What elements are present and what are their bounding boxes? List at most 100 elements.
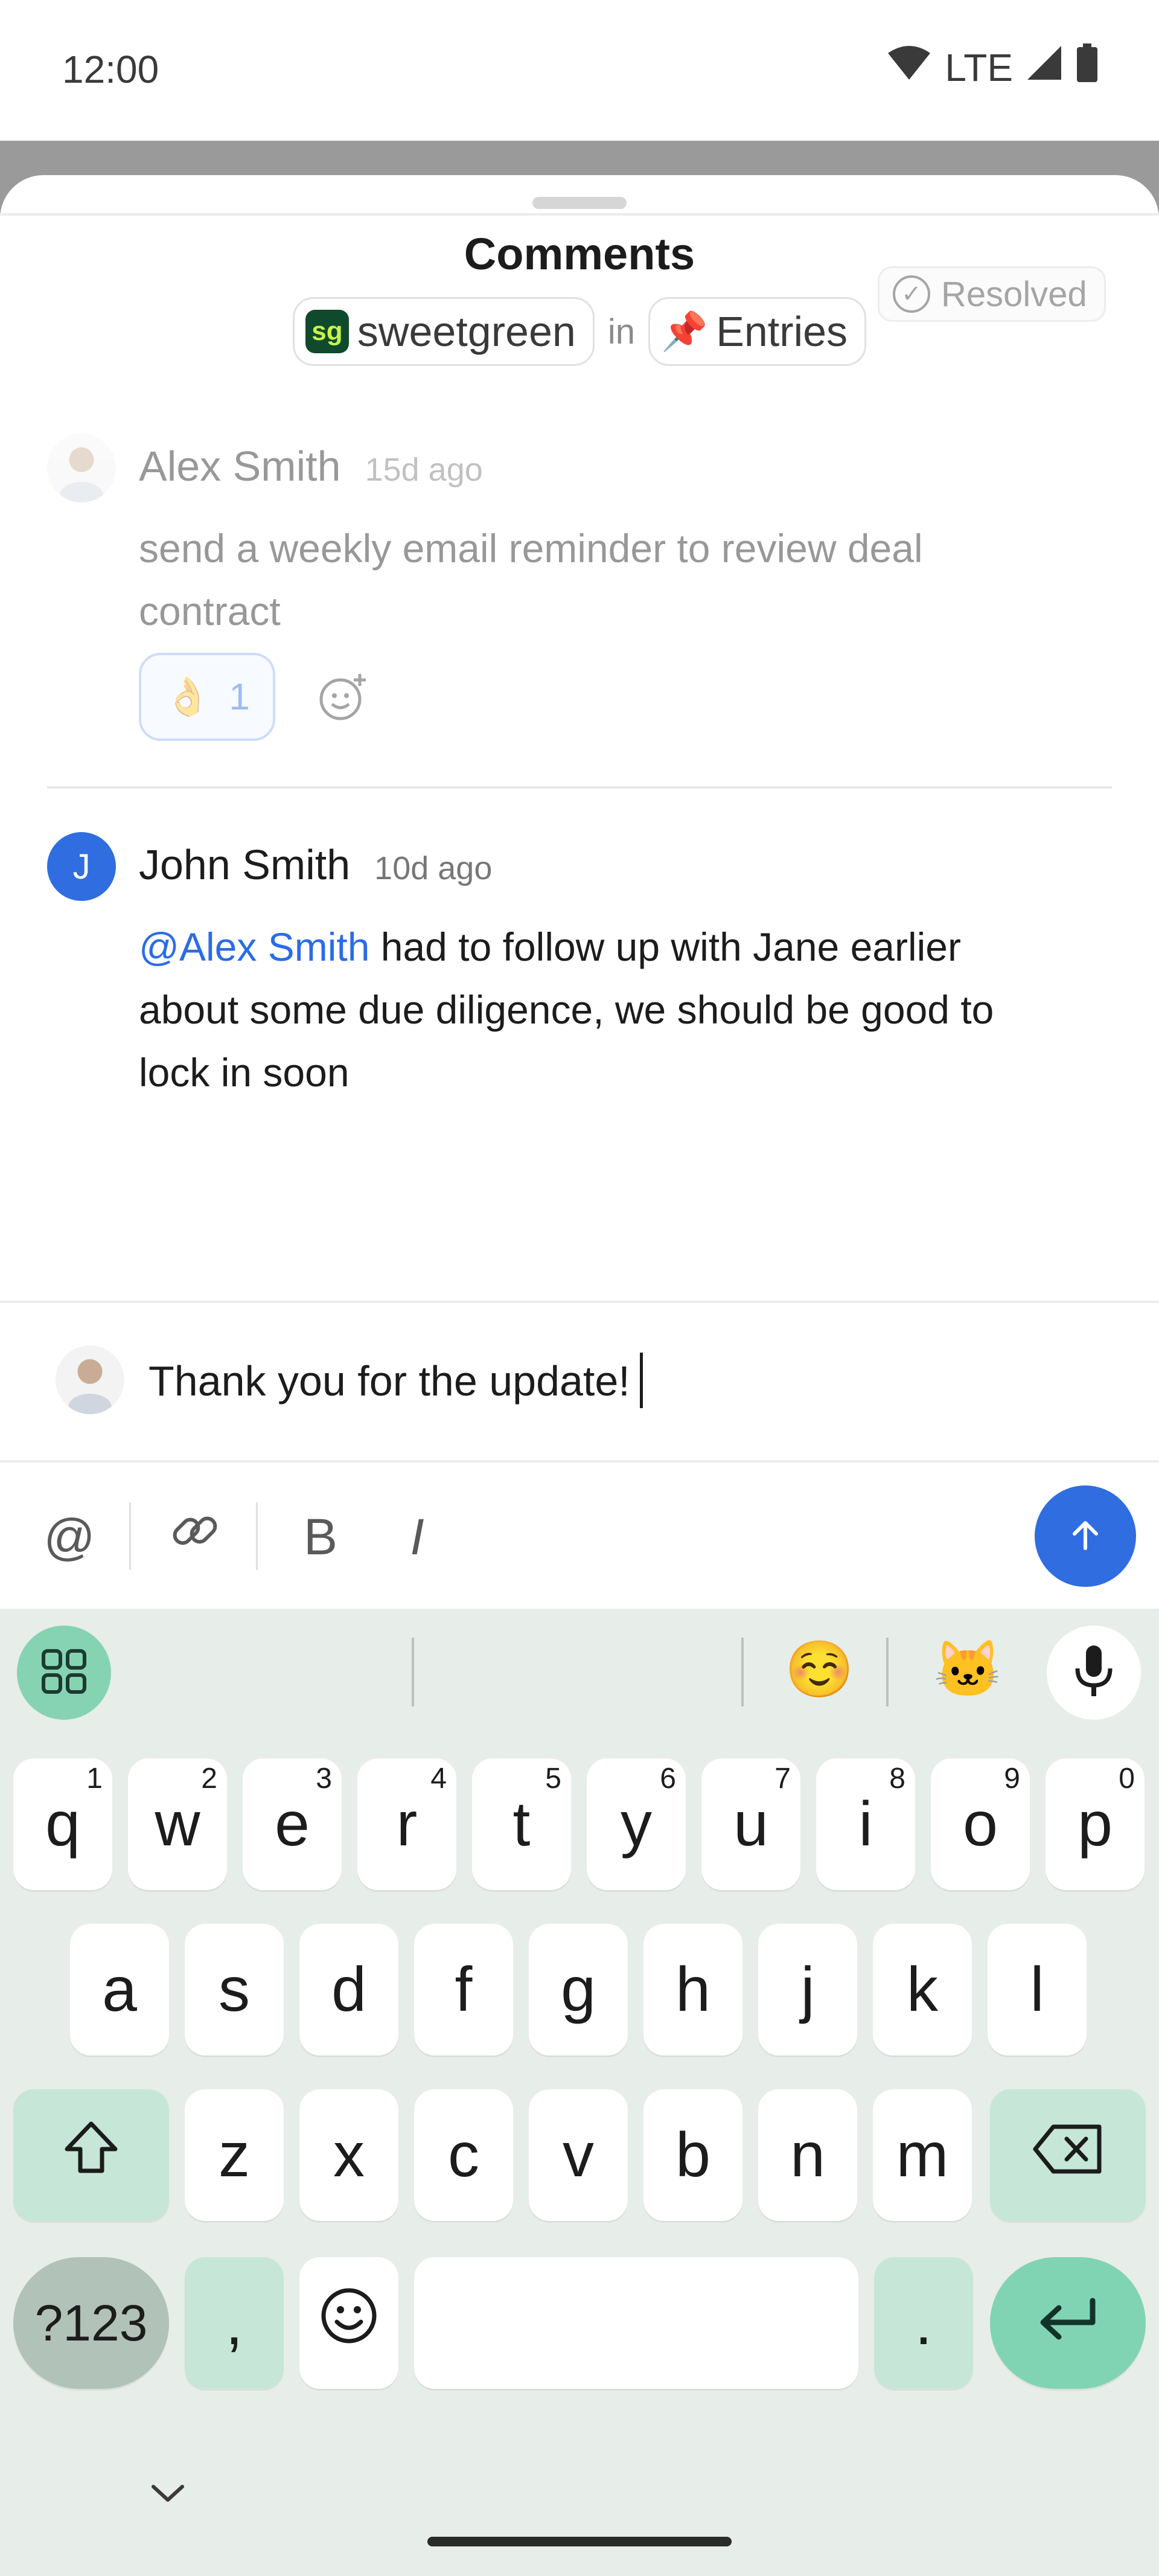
key-s[interactable]: s [185, 1924, 284, 2055]
pin-icon: 📌 [660, 310, 708, 353]
text-caret [640, 1353, 643, 1408]
suggestion-separator [886, 1638, 889, 1706]
key-b[interactable]: b [643, 2089, 742, 2221]
comment-time: 10d ago [374, 850, 493, 886]
comment-time: 15d ago [365, 452, 483, 488]
emoji-suggestion[interactable]: 🐱 [933, 1638, 1003, 1702]
key-q[interactable]: q1 [13, 1758, 112, 1890]
key-label: u [733, 1789, 768, 1859]
reaction-chip[interactable]: 👌 1 [139, 653, 275, 741]
enter-key[interactable] [990, 2257, 1146, 2389]
comment-body: send a weekly email reminder to review d… [139, 517, 1117, 642]
key-e[interactable]: e3 [243, 1758, 342, 1890]
key-t[interactable]: t5 [472, 1758, 571, 1890]
key-u[interactable]: u7 [701, 1758, 800, 1890]
key-label: t [512, 1789, 531, 1859]
key-label: m [896, 2119, 949, 2190]
key-hint: 5 [545, 1763, 561, 1795]
home-indicator[interactable] [427, 2537, 732, 2546]
key-label: s [219, 1954, 250, 2025]
key-hint: 4 [430, 1763, 447, 1795]
key-k[interactable]: k [873, 1924, 972, 2055]
key-label: d [331, 1954, 366, 2025]
key-hint: 6 [660, 1763, 676, 1795]
suggestion-separator [412, 1638, 414, 1706]
header-divider [0, 213, 1159, 216]
status-icons: LTE [887, 43, 1099, 91]
sheet-grabber[interactable] [532, 197, 627, 209]
key-l[interactable]: l [988, 1924, 1087, 2055]
key-label: j [800, 1954, 815, 2025]
bold-button[interactable]: B [287, 1504, 354, 1570]
enter-icon [1035, 2287, 1101, 2359]
key-h[interactable]: h [643, 1924, 742, 2055]
key-d[interactable]: d [299, 1924, 398, 2055]
list-name: Entries [716, 308, 848, 355]
key-w[interactable]: w2 [128, 1758, 227, 1890]
send-button[interactable] [1035, 1485, 1136, 1587]
emoji-suggestion[interactable]: ☺️ [785, 1638, 854, 1702]
key-a[interactable]: a [70, 1924, 169, 2055]
smiley-icon [319, 2286, 379, 2361]
comment-header: Alex Smith 15d ago [139, 442, 483, 490]
link-button[interactable] [162, 1504, 228, 1570]
key-j[interactable]: j [758, 1924, 857, 2055]
key-hint: 9 [1004, 1763, 1020, 1795]
hide-keyboard-button[interactable] [148, 2481, 187, 2508]
status-time: 12:00 [62, 48, 159, 91]
key-g[interactable]: g [529, 1924, 628, 2055]
space-key[interactable] [414, 2257, 858, 2389]
key-label: x [333, 2119, 365, 2190]
key-r[interactable]: r4 [357, 1758, 456, 1890]
comment-input[interactable] [148, 1348, 994, 1414]
italic-button[interactable]: I [384, 1504, 450, 1570]
key-m[interactable]: m [873, 2089, 972, 2221]
list-chip[interactable]: 📌 Entries [648, 297, 867, 366]
key-o[interactable]: o9 [931, 1758, 1030, 1890]
toolbar-separator [129, 1502, 131, 1570]
key-v[interactable]: v [529, 2089, 628, 2221]
period-key[interactable]: . [874, 2257, 973, 2389]
key-z[interactable]: z [185, 2089, 284, 2221]
key-hint: 2 [201, 1763, 217, 1795]
key-label: w [155, 1789, 200, 1859]
resolved-label: Resolved [941, 274, 1087, 314]
arrow-up-icon [1066, 1516, 1105, 1557]
mention-link[interactable]: @Alex Smith [139, 924, 369, 969]
emoji-key[interactable] [299, 2257, 398, 2389]
key-f[interactable]: f [414, 1924, 513, 2055]
key-p[interactable]: p0 [1046, 1758, 1145, 1890]
company-chip[interactable]: sg sweetgreen [292, 297, 595, 366]
wifi-icon [887, 45, 931, 90]
keyboard-apps-button[interactable] [17, 1626, 111, 1720]
add-reaction-icon[interactable] [318, 671, 368, 722]
backspace-key[interactable] [990, 2089, 1146, 2221]
shift-key[interactable] [13, 2089, 169, 2221]
toolbar-divider [0, 1460, 1159, 1463]
key-label: y [621, 1789, 652, 1859]
resolved-badge[interactable]: ✓ Resolved [878, 266, 1106, 322]
key-x[interactable]: x [299, 2089, 398, 2221]
ok-hand-emoji: 👌 [164, 676, 211, 718]
network-label: LTE [945, 45, 1013, 89]
key-n[interactable]: n [758, 2089, 857, 2221]
battery-icon [1076, 43, 1099, 91]
key-label: i [858, 1789, 873, 1859]
mention-button[interactable]: @ [36, 1504, 103, 1570]
comment-body-line: @Alex Smith had to follow up with Jane e… [139, 915, 1129, 978]
key-i[interactable]: i8 [816, 1758, 915, 1890]
link-icon [170, 1505, 220, 1568]
key-label: l [1030, 1954, 1044, 2025]
comment-body-line: send a weekly email reminder to review d… [139, 526, 923, 571]
grid-icon [40, 1647, 88, 1699]
voice-input-button[interactable] [1047, 1626, 1141, 1720]
key-label: h [675, 1954, 710, 2025]
company-name: sweetgreen [357, 308, 576, 355]
key-c[interactable]: c [414, 2089, 513, 2221]
composer-divider [0, 1301, 1159, 1303]
comment-text: had to follow up with Jane earlier [369, 924, 961, 969]
key-y[interactable]: y6 [587, 1758, 686, 1890]
comma-key[interactable]: , [185, 2257, 284, 2389]
symbols-key[interactable]: ?123 [13, 2257, 169, 2389]
key-hint: 7 [774, 1763, 791, 1795]
